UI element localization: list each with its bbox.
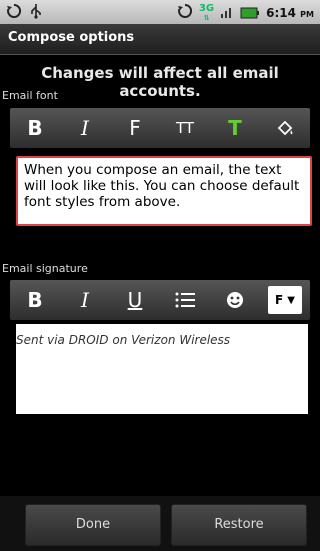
page-title: Compose options — [8, 30, 135, 45]
usb-icon — [30, 3, 42, 23]
font-preview-text: When you compose an email, the text will… — [16, 156, 312, 226]
signal-icon — [220, 4, 234, 23]
signature-text: Sent via DROID on Verizon Wireless — [16, 333, 231, 347]
paint-bucket-icon[interactable] — [268, 112, 302, 144]
email-signature-label: Email signature — [2, 262, 88, 275]
signature-toolbar: B I U F ▼ — [10, 280, 310, 320]
font-size-button[interactable]: TT — [168, 112, 202, 144]
bold-button[interactable]: B — [18, 112, 52, 144]
sync-icon — [177, 3, 193, 23]
clock: 6:14 PM — [266, 6, 314, 20]
sync-icon — [6, 3, 22, 23]
underline-button[interactable]: U — [118, 284, 152, 316]
title-bar: Compose options — [0, 24, 320, 55]
bold-button[interactable]: B — [18, 284, 52, 316]
restore-button[interactable]: Restore — [171, 504, 307, 546]
font-face-button[interactable]: F — [118, 112, 152, 144]
italic-button[interactable]: I — [68, 284, 102, 316]
font-color-button[interactable]: T — [218, 112, 252, 144]
bottom-bar: Done Restore — [0, 496, 320, 551]
email-font-label: Email font — [2, 89, 58, 102]
network-3g-icon: 3G ⇅ — [198, 2, 215, 22]
font-dropdown-button[interactable]: F ▼ — [268, 286, 302, 314]
italic-button[interactable]: I — [68, 112, 102, 144]
font-style-toolbar: B I F TT T — [10, 108, 310, 148]
battery-icon — [240, 4, 260, 23]
status-bar: 3G ⇅ 6:14 PM — [0, 0, 320, 24]
smiley-icon[interactable] — [218, 284, 252, 316]
dropdown-arrow-icon: ▼ — [287, 294, 295, 306]
bullet-list-icon[interactable] — [168, 284, 202, 316]
signature-input[interactable]: Sent via DROID on Verizon Wireless — [16, 324, 308, 414]
done-button[interactable]: Done — [25, 504, 161, 546]
